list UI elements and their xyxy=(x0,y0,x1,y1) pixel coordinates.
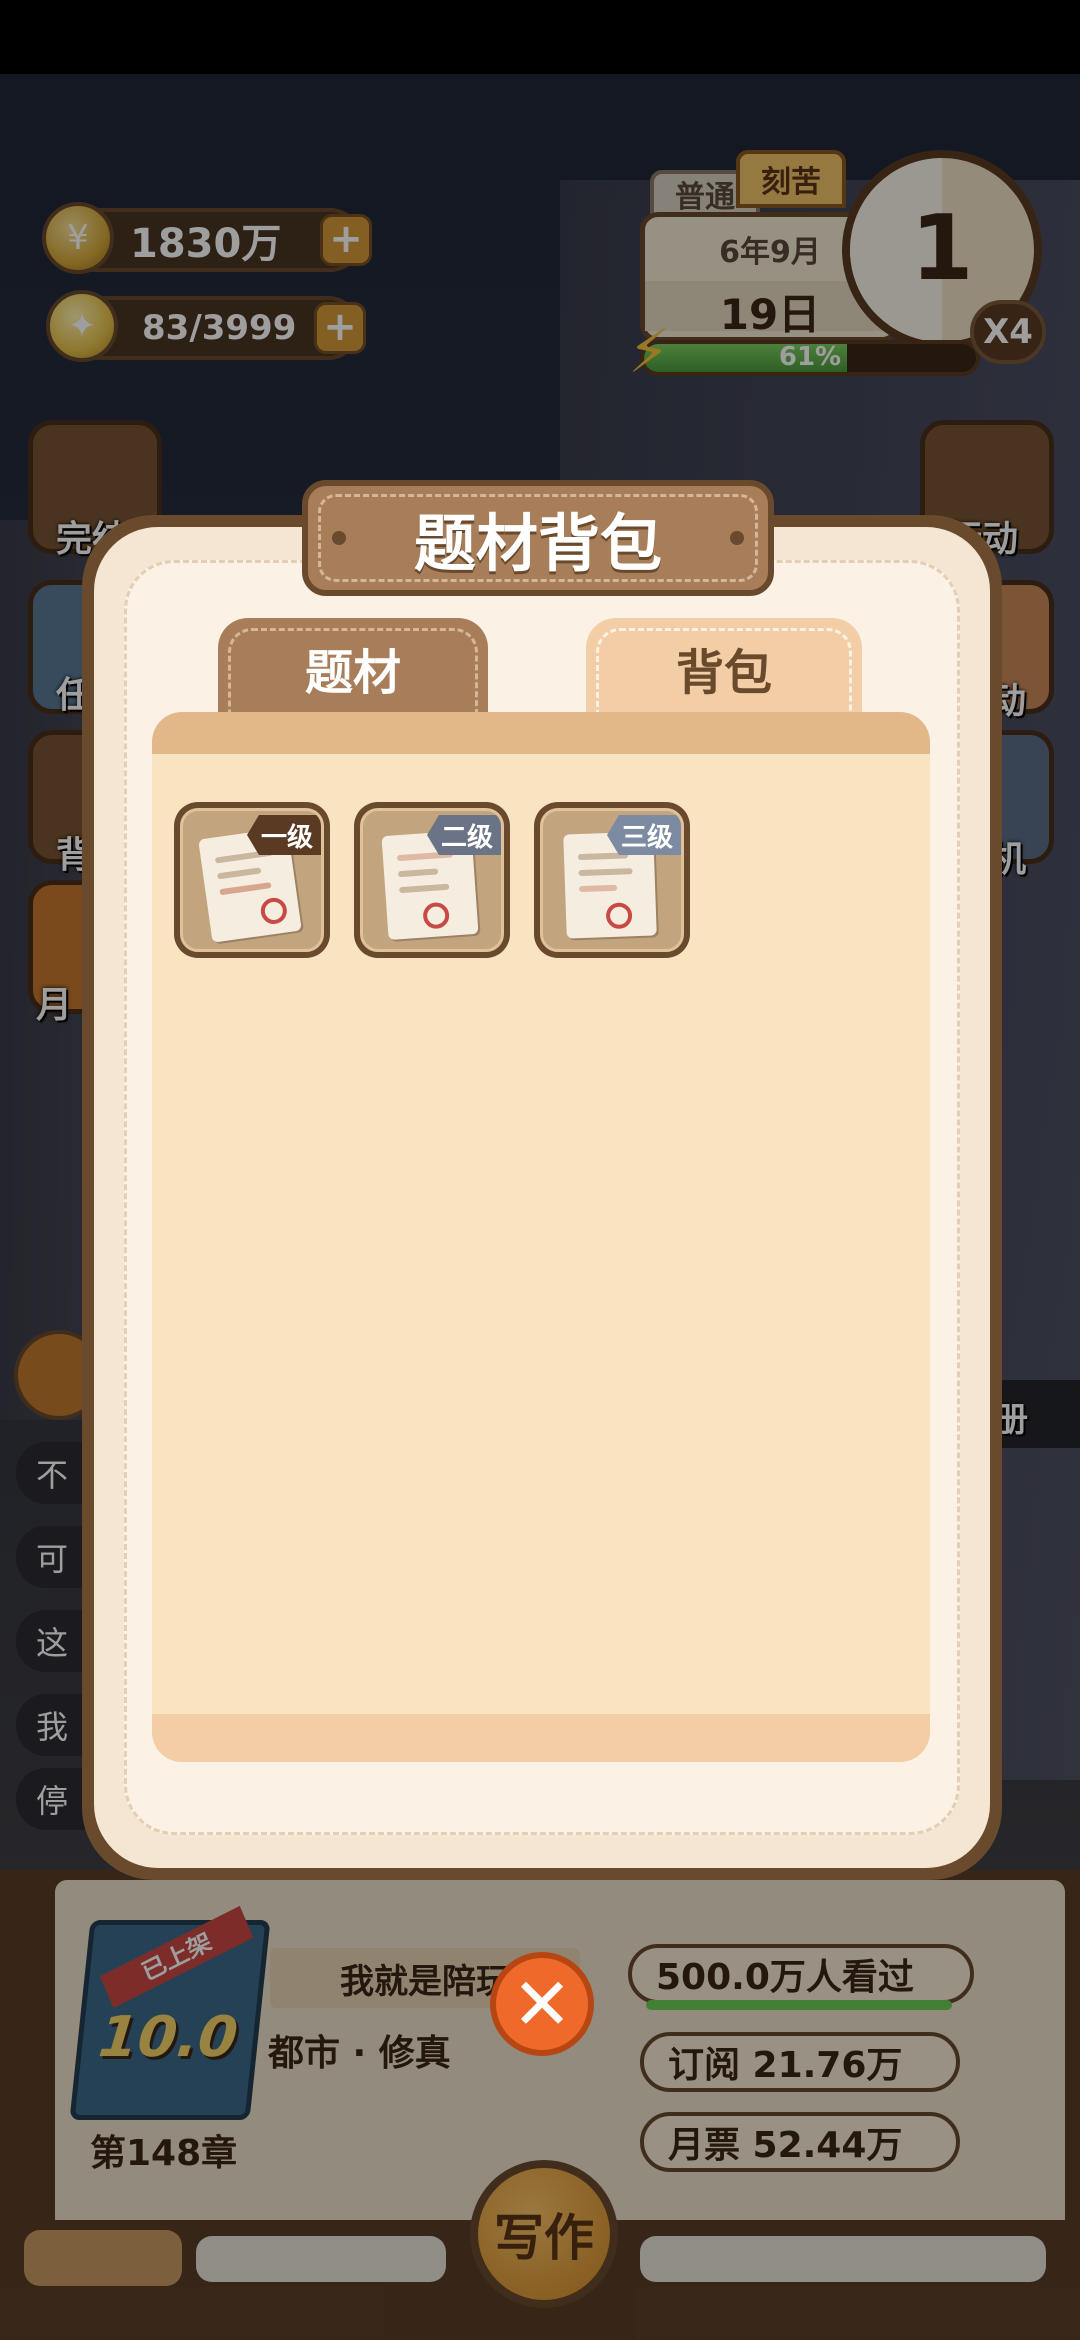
tab-backpack[interactable]: 背包 xyxy=(586,618,862,718)
content-footer xyxy=(152,1714,930,1762)
item-card-level-3[interactable]: 三级 xyxy=(534,802,690,958)
item-level-badge: 二级 xyxy=(426,815,501,855)
item-card-level-2[interactable]: 二级 xyxy=(354,802,510,958)
item-card-level-1[interactable]: 一级 xyxy=(174,802,330,958)
item-level-label: 二级 xyxy=(440,822,493,853)
item-level-label: 一级 xyxy=(260,822,313,853)
item-level-badge: 三级 xyxy=(606,815,681,855)
close-icon: ✕ xyxy=(511,1962,573,2046)
status-bar xyxy=(0,0,1080,74)
tab-backpack-label: 背包 xyxy=(675,645,772,701)
content-header xyxy=(152,712,930,754)
tab-topics-label: 题材 xyxy=(304,645,401,701)
modal-title-plate: 题材背包 xyxy=(302,480,774,596)
item-level-label: 三级 xyxy=(620,822,673,853)
tab-topics[interactable]: 题材 xyxy=(218,618,488,718)
close-button[interactable]: ✕ xyxy=(490,1952,594,2056)
item-level-badge: 一级 xyxy=(246,815,321,855)
modal-title: 题材背包 xyxy=(413,507,662,580)
